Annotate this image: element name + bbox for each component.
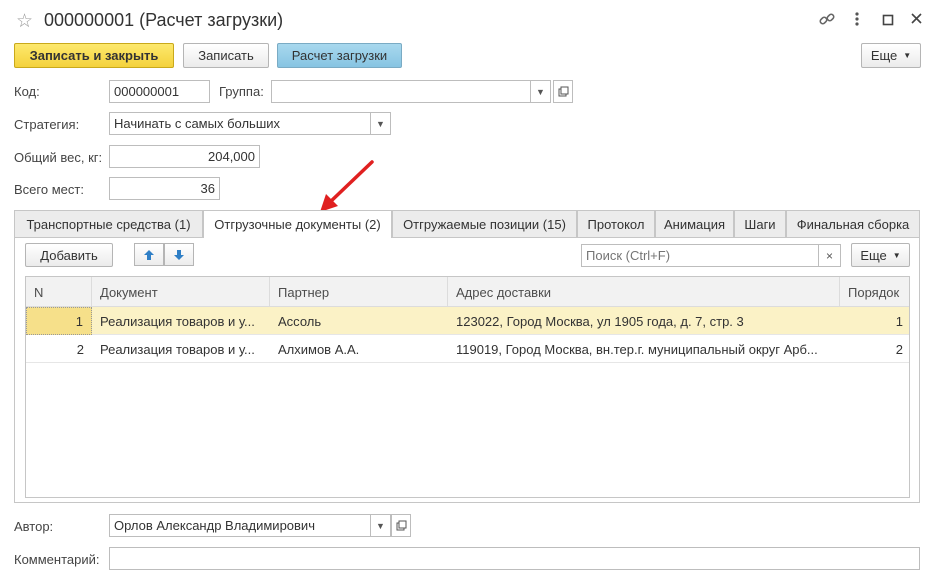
code-field[interactable]: 000000001 xyxy=(109,80,210,103)
tab-transport[interactable]: Транспортные средства (1) xyxy=(14,210,203,237)
row-document[interactable]: Реализация товаров и у... xyxy=(92,335,270,363)
group-field[interactable] xyxy=(271,80,531,103)
places-label: Всего мест: xyxy=(14,182,84,197)
strategy-label: Стратегия: xyxy=(14,117,80,132)
save-and-close-button[interactable]: Записать и закрыть xyxy=(14,43,174,68)
more-vert-icon[interactable] xyxy=(854,10,860,32)
move-down-button[interactable] xyxy=(164,243,194,266)
column-header-address[interactable]: Адрес доставки xyxy=(448,277,840,307)
search-clear-icon[interactable]: × xyxy=(819,244,841,267)
move-up-button[interactable] xyxy=(134,243,164,266)
window-title: 000000001 (Расчет загрузки) xyxy=(44,10,284,30)
strategy-dropdown-icon[interactable]: ▼ xyxy=(371,112,391,135)
tab-shipped-items[interactable]: Отгружаемые позиции (15) xyxy=(392,210,577,237)
author-field[interactable]: Орлов Александр Владимирович xyxy=(109,514,371,537)
row-address[interactable]: 119019, Город Москва, вн.тер.г. муниципа… xyxy=(448,335,840,363)
tab-bar: Транспортные средства (1) Отгрузочные до… xyxy=(14,210,920,238)
tab-protocol[interactable]: Протокол xyxy=(577,210,655,237)
calc-load-button[interactable]: Расчет загрузки xyxy=(277,43,402,68)
tab-final-assembly[interactable]: Финальная сборка xyxy=(786,210,920,237)
documents-table: N Документ Партнер Адрес доставки Порядо… xyxy=(25,276,910,498)
column-header-document[interactable]: Документ xyxy=(92,277,270,307)
comment-label: Комментарий: xyxy=(14,552,100,567)
places-field[interactable]: 36 xyxy=(109,177,220,200)
row-partner[interactable]: Алхимов А.А. xyxy=(270,335,448,363)
group-label: Группа: xyxy=(219,84,264,99)
author-label: Автор: xyxy=(14,519,54,534)
search-input[interactable] xyxy=(581,244,819,267)
table-row[interactable]: 2 Реализация товаров и у... Алхимов А.А.… xyxy=(26,335,909,363)
column-header-partner[interactable]: Партнер xyxy=(270,277,448,307)
author-dropdown-icon[interactable]: ▼ xyxy=(371,514,391,537)
add-button[interactable]: Добавить xyxy=(25,243,113,267)
strategy-field[interactable]: Начинать с самых больших xyxy=(109,112,371,135)
more-button[interactable]: Еще ▼ xyxy=(861,43,921,68)
annotation-arrow-icon xyxy=(320,160,374,212)
author-open-icon[interactable] xyxy=(391,514,411,537)
tab-shipping-docs[interactable]: Отгрузочные документы (2) xyxy=(203,210,392,238)
row-order[interactable]: 1 xyxy=(840,307,911,335)
column-header-n[interactable]: N xyxy=(26,277,92,307)
link-icon[interactable] xyxy=(818,10,836,32)
table-more-button[interactable]: Еще ▼ xyxy=(851,243,910,267)
tab-steps[interactable]: Шаги xyxy=(734,210,786,237)
row-number[interactable]: 1 xyxy=(26,307,92,335)
save-button[interactable]: Записать xyxy=(183,43,269,68)
row-document[interactable]: Реализация товаров и у... xyxy=(92,307,270,335)
close-icon[interactable] xyxy=(910,12,923,29)
group-open-icon[interactable] xyxy=(553,80,573,103)
row-partner[interactable]: Ассоль xyxy=(270,307,448,335)
table-more-label: Еще xyxy=(860,247,887,263)
table-header: N Документ Партнер Адрес доставки Порядо… xyxy=(26,277,909,307)
table-row[interactable]: 1 Реализация товаров и у... Ассоль 12302… xyxy=(26,307,909,335)
favorite-star-icon[interactable]: ☆ xyxy=(16,10,33,33)
maximize-icon[interactable] xyxy=(882,13,894,30)
chevron-down-icon: ▼ xyxy=(892,250,901,260)
row-number[interactable]: 2 xyxy=(26,335,92,363)
group-dropdown-icon[interactable]: ▼ xyxy=(531,80,551,103)
row-address[interactable]: 123022, Город Москва, ул 1905 года, д. 7… xyxy=(448,307,840,335)
row-order[interactable]: 2 xyxy=(840,335,911,363)
column-header-order[interactable]: Порядок xyxy=(840,277,911,307)
weight-field[interactable]: 204,000 xyxy=(109,145,260,168)
arrow-down-icon xyxy=(174,249,184,260)
comment-field[interactable] xyxy=(109,547,920,570)
weight-label: Общий вес, кг: xyxy=(14,150,103,165)
code-label: Код: xyxy=(14,84,40,99)
chevron-down-icon: ▼ xyxy=(903,51,912,60)
more-label: Еще xyxy=(870,48,898,63)
tab-animation[interactable]: Анимация xyxy=(655,210,734,237)
arrow-up-icon xyxy=(144,249,154,260)
